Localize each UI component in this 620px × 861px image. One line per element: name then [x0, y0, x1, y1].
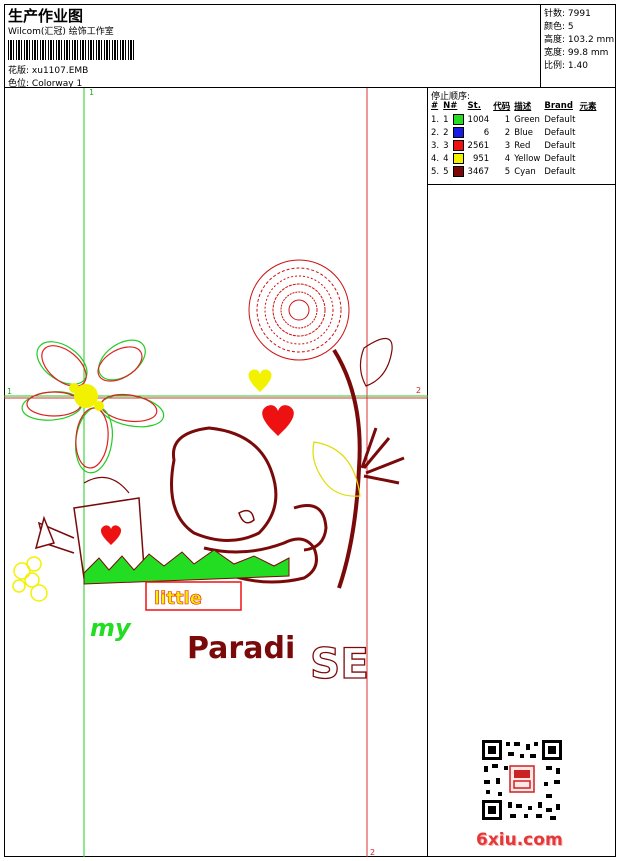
table-row: 2. 2 6 2 Blue Default	[430, 126, 599, 139]
row-brand: Default	[544, 153, 576, 164]
stat-width: 宽度: 99.8 mm	[544, 48, 609, 58]
grass-icon	[83, 549, 290, 585]
row-code: 2	[504, 127, 511, 138]
col-desc: 描述	[514, 102, 532, 112]
table-row: 4. 4 951 4 Yellow Default	[430, 152, 599, 165]
table-row: 1. 1 1004 1 Green Default	[430, 113, 599, 126]
col-n: N#	[443, 101, 458, 111]
stop-sequence-panel: 停止顺序: # N# St. 代码 描述 Brand 元素 1. 1 1004 1 Gr…	[428, 88, 616, 857]
row-element	[578, 165, 599, 178]
row-element	[578, 152, 599, 165]
stat-stitches: 针数: 7991	[544, 9, 591, 19]
row-desc: Green	[514, 114, 540, 125]
color-swatch	[452, 113, 467, 126]
row-code: 3	[504, 140, 511, 151]
color-swatch-icon	[452, 140, 464, 151]
design-canvas: 1 2 1 2 little my Paradi SE	[4, 88, 428, 857]
stat-colors: 颜色: 5	[544, 22, 574, 32]
table-row: 3. 3 2561 3 Red Default	[430, 139, 599, 152]
row-stitches: 951	[472, 153, 490, 164]
color-swatch-icon	[452, 153, 464, 164]
row-index: 1.	[431, 114, 440, 125]
row-brand: Default	[544, 127, 576, 138]
row-desc: Red	[514, 140, 531, 151]
row-needle: 5	[443, 166, 449, 177]
row-element	[578, 139, 599, 152]
row-brand: Default	[544, 166, 576, 177]
color-swatch	[452, 165, 467, 178]
stat-scale: 比例: 1.40	[544, 61, 588, 71]
row-stitches: 1004	[467, 114, 490, 125]
row-element	[578, 126, 599, 139]
row-element	[578, 113, 599, 126]
col-brand: Brand	[544, 101, 573, 111]
row-stitches: 3467	[467, 166, 490, 177]
color-swatch-icon	[452, 127, 464, 138]
text-paradi: Paradi	[187, 631, 295, 666]
stat-height: 高度: 103.2 mm	[544, 35, 615, 45]
row-brand: Default	[544, 140, 576, 151]
row-stitches: 2561	[467, 140, 490, 151]
yellow-heart-icon	[248, 369, 272, 392]
row-code: 5	[504, 166, 511, 177]
row-index: 3.	[431, 140, 440, 151]
row-desc: Yellow	[514, 153, 541, 164]
design-value: xu1107.EMB	[31, 66, 89, 76]
text-little: little	[154, 588, 202, 609]
red-heart-icon	[262, 405, 294, 436]
row-brand: Default	[544, 114, 576, 125]
barcode-icon	[8, 40, 134, 60]
col-index: #	[431, 101, 439, 111]
header-info: 生产作业图 Wilcom(汇冠) 绘饰工作室 花版: xu1107.EMB 色位…	[4, 4, 540, 89]
row-desc: Blue	[514, 127, 534, 138]
design-label: 花版:	[8, 66, 30, 76]
panel-divider	[428, 184, 616, 185]
row-needle: 3	[443, 140, 449, 151]
col-element: 元素	[579, 102, 597, 112]
guide-marker-top: 1	[89, 88, 94, 97]
row-needle: 4	[443, 153, 449, 164]
row-index: 2.	[431, 127, 440, 138]
col-code: 代码	[493, 102, 511, 112]
embroidery-design: 1 2 1 2 little my Paradi SE	[4, 88, 428, 857]
studio-name: Wilcom(汇冠) 绘饰工作室	[8, 27, 114, 37]
table-header-row: # N# St. 代码 描述 Brand 元素	[430, 100, 599, 113]
row-stitches: 6	[483, 127, 490, 138]
text-my: my	[90, 614, 132, 642]
row-code: 4	[504, 153, 511, 164]
row-desc: Cyan	[514, 166, 536, 177]
guide-marker-right: 2	[416, 386, 421, 395]
small-flowers-icon	[12, 556, 48, 602]
leaf-outline-icon	[312, 441, 361, 497]
row-code: 1	[504, 114, 511, 125]
design-file-line: 花版: xu1107.EMB	[8, 63, 88, 76]
color-swatch	[452, 152, 467, 165]
qr-code-icon	[480, 738, 564, 822]
text-se: SE	[310, 639, 369, 688]
flower-icon	[21, 339, 165, 474]
table-row: 5. 5 3467 5 Cyan Default	[430, 165, 599, 178]
stats-box: 针数: 7991 颜色: 5 高度: 103.2 mm 宽度: 99.8 mm …	[540, 4, 616, 88]
guide-marker-left: 1	[7, 387, 12, 396]
row-index: 4.	[431, 153, 440, 164]
guide-marker-bottom: 2	[370, 848, 375, 857]
color-swatch-icon	[452, 166, 464, 177]
watermark-logo: 6xiu.com	[476, 830, 563, 850]
row-needle: 1	[443, 114, 449, 125]
color-swatch	[452, 139, 467, 152]
color-swatch	[452, 126, 467, 139]
page-title: 生产作业图	[8, 7, 84, 25]
stop-sequence-table: # N# St. 代码 描述 Brand 元素 1. 1 1004 1 Green Def…	[430, 100, 599, 178]
row-needle: 2	[443, 127, 449, 138]
color-swatch-icon	[452, 114, 464, 125]
row-index: 5.	[431, 166, 440, 177]
col-stitches: St.	[467, 101, 481, 111]
